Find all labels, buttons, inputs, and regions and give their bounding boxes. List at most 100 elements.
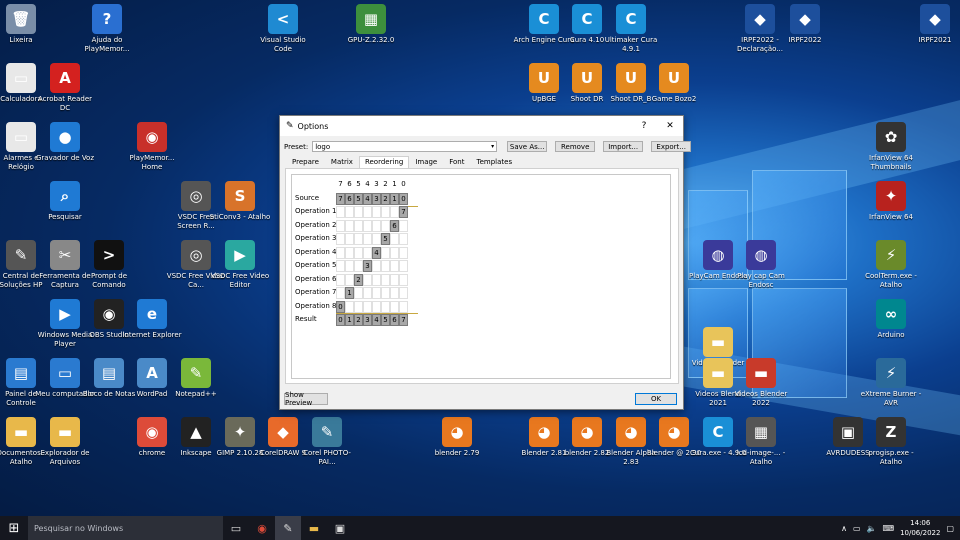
operation-cell[interactable] (399, 300, 408, 313)
operation-cell[interactable] (399, 287, 408, 299)
operation-cell[interactable] (345, 273, 354, 286)
operation-cell[interactable] (345, 246, 354, 259)
operation-cell[interactable] (390, 206, 399, 218)
notification-icon[interactable]: ▢ (946, 524, 954, 533)
operation-cell[interactable] (354, 260, 363, 272)
operation-cell[interactable] (399, 246, 408, 259)
desktop-icon-ultimaker[interactable]: C Ultimaker Cura 4.9.1 (600, 4, 662, 54)
operation-cell[interactable] (381, 300, 390, 313)
dialog-titlebar[interactable]: ✎ Options ? ✕ (280, 116, 683, 136)
desktop-icon-irpf2022[interactable]: ◆ IRPF2022 (774, 4, 836, 45)
network-icon[interactable]: ▭ (853, 524, 861, 533)
source-cell[interactable]: 7 (336, 192, 345, 205)
source-cell[interactable]: 5 (354, 192, 363, 205)
desktop-icon-vscode[interactable]: < Visual Studio Code (252, 4, 314, 54)
operation-cell[interactable] (336, 287, 345, 299)
operation-cell[interactable] (363, 300, 372, 313)
tab-matrix[interactable]: Matrix (325, 156, 359, 168)
tab-prepare[interactable]: Prepare (286, 156, 325, 168)
desktop-icon-irfan64[interactable]: ✦ IrfanView 64 (860, 181, 922, 222)
desktop-icon-lixeira[interactable]: 🗑 Lixeira (0, 4, 52, 45)
show-preview-button[interactable]: Show Preview (284, 391, 328, 407)
operation-cell[interactable] (363, 246, 372, 259)
operation-cell[interactable] (336, 273, 345, 286)
desktop-icon-videosblend22[interactable]: ▬ Videos Blender 2022 (730, 358, 792, 408)
operation-cell[interactable] (345, 206, 354, 218)
operation-cell[interactable] (372, 287, 381, 299)
operation-cell[interactable] (363, 287, 372, 299)
operation-cell[interactable]: 0 (336, 300, 345, 313)
remove-button[interactable]: Remove (555, 141, 596, 152)
preset-select[interactable]: logo ▾ (312, 141, 498, 152)
operation-cell[interactable] (390, 233, 399, 245)
operation-cell[interactable] (381, 273, 390, 286)
desktop-icon-arduino[interactable]: ∞ Arduino (860, 299, 922, 340)
desktop-icon-progisp[interactable]: Zprogisp.exe - Atalho (860, 417, 922, 467)
operation-cell[interactable] (354, 287, 363, 299)
chrome-taskbar-icon[interactable]: ◉ (249, 516, 275, 540)
import-button[interactable]: Import... (603, 141, 644, 152)
source-cell[interactable]: 1 (390, 192, 399, 205)
operation-cell[interactable] (354, 246, 363, 259)
operation-cell[interactable] (336, 233, 345, 245)
desktop-icon-gamebozo[interactable]: U Game Bozo2 (643, 63, 705, 104)
operation-cell[interactable]: 1 (345, 287, 354, 299)
taskbar-search[interactable]: Pesquisar no Windows (28, 516, 223, 540)
export-button[interactable]: Export... (651, 141, 692, 152)
operation-cell[interactable] (381, 287, 390, 299)
operation-cell[interactable] (372, 233, 381, 245)
source-cell[interactable]: 0 (399, 192, 408, 205)
operation-cell[interactable] (363, 273, 372, 286)
operation-cell[interactable] (390, 273, 399, 286)
operation-cell[interactable] (381, 206, 390, 218)
desktop-icon-gpuz[interactable]: ▦ GPU-Z.2.32.0 (340, 4, 402, 45)
operation-cell[interactable] (372, 260, 381, 272)
operation-cell[interactable] (354, 300, 363, 313)
desktop-icon-extreme[interactable]: ⚡ eXtreme Burner - AVR (860, 358, 922, 408)
operation-cell[interactable] (345, 260, 354, 272)
desktop-icon-notepadpp[interactable]: ✎ Notepad++ (165, 358, 227, 399)
operation-cell[interactable] (381, 246, 390, 259)
operation-cell[interactable] (390, 246, 399, 259)
desktop-icon-irpf2021[interactable]: ◆ IRPF2021 (904, 4, 960, 45)
desktop-icon-irfanthumb[interactable]: ✿ IrfanView 64 Thumbnails (860, 122, 922, 172)
operation-cell[interactable] (399, 273, 408, 286)
operation-cell[interactable] (363, 233, 372, 245)
help-button[interactable]: ? (631, 116, 657, 136)
save-as-button[interactable]: Save As... (507, 141, 548, 152)
tab-font[interactable]: Font (443, 156, 470, 168)
source-cell[interactable]: 2 (381, 192, 390, 205)
operation-cell[interactable]: 4 (372, 246, 381, 259)
operation-cell[interactable] (390, 300, 399, 313)
options-app-taskbar-icon[interactable]: ✎ (275, 516, 301, 540)
desktop-icon-corelphoto[interactable]: ✎ Corel PHOTO-PAI... (296, 417, 358, 467)
app-taskbar-icon[interactable]: ▣ (327, 516, 353, 540)
tab-image[interactable]: Image (409, 156, 443, 168)
operation-cell[interactable] (363, 219, 372, 232)
operation-cell[interactable]: 5 (381, 233, 390, 245)
operation-cell[interactable] (336, 246, 345, 259)
operation-cell[interactable] (354, 219, 363, 232)
desktop-icon-playhome[interactable]: ◉ PlayMemor... Home (121, 122, 183, 172)
tab-reordering[interactable]: Reordering (358, 156, 410, 168)
desktop-icon-pesquisar[interactable]: ⌕ Pesquisar (34, 181, 96, 222)
source-cell[interactable]: 4 (363, 192, 372, 205)
source-cell[interactable]: 3 (372, 192, 381, 205)
operation-cell[interactable]: 2 (354, 273, 363, 286)
operation-cell[interactable] (345, 300, 354, 313)
operation-cell[interactable] (363, 206, 372, 218)
operation-cell[interactable] (381, 219, 390, 232)
volume-icon[interactable]: 🔈 (867, 524, 877, 533)
desktop-icon-prompt[interactable]: > Prompt de Comando (78, 240, 140, 290)
desktop-icon-playcamh[interactable]: ◍ Play cap Cam Endosc (730, 240, 792, 290)
file-explorer-taskbar-icon[interactable]: ▬ (301, 516, 327, 540)
operation-cell[interactable] (390, 287, 399, 299)
operation-cell[interactable] (372, 206, 381, 218)
operation-cell[interactable]: 3 (363, 260, 372, 272)
desktop-icon-lcd[interactable]: ▦ lcd-image-... - Atalho (730, 417, 792, 467)
desktop-icon-stconv[interactable]: S StiConv3 - Atalho (209, 181, 271, 222)
desktop-icon-blender279[interactable]: ◕ blender 2.79 (426, 417, 488, 458)
operation-cell[interactable] (399, 219, 408, 232)
operation-cell[interactable] (336, 219, 345, 232)
operation-cell[interactable] (336, 260, 345, 272)
